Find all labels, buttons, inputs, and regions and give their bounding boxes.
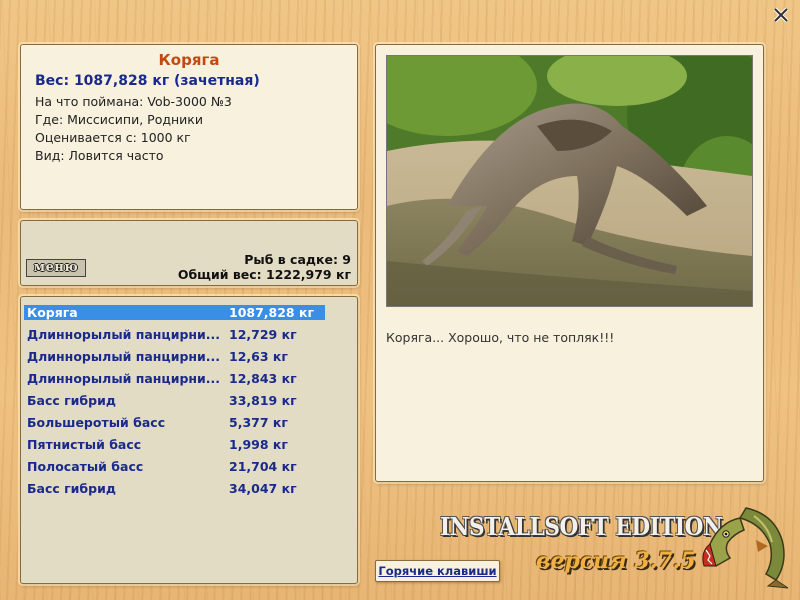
catch-weight: 33,819 кг [229,392,297,408]
catch-name: Длиннорылый панцирни... [27,348,221,364]
catch-weight: 21,704 кг [229,458,297,474]
catch-list-item[interactable]: Большеротый басс 5,377 кг [24,411,354,433]
trophy-photo-panel: Коряга... Хорошо, что не топляк!!! [375,44,764,482]
rating-info: Оценивается с: 1000 кг [35,130,191,145]
pike-logo [696,500,792,592]
pike-fish-icon [702,507,789,589]
catch-name: Длиннорылый панцирни... [27,370,221,386]
catch-list-item[interactable]: Пятнистый басс 1,998 кг [24,433,354,455]
close-button[interactable] [772,6,790,24]
catch-list-item[interactable]: Длиннорылый панцирни... 12,729 кг [24,323,354,345]
catch-list-item[interactable]: Басс гибрид 34,047 кг [24,477,354,499]
catch-list-item[interactable]: Коряга 1087,828 кг [24,301,354,323]
trophy-photo [386,55,753,307]
catch-list-item[interactable]: Басс гибрид 33,819 кг [24,389,354,411]
snag-photo-image [387,56,752,306]
fish-title: Коряга [158,51,220,69]
edition-label: INSTALLSOFT EDITION [440,512,723,541]
catch-name: Длиннорылый панцирни... [27,326,221,342]
catch-weight: 12,63 кг [229,348,288,364]
fish-details: На что поймана: Vob-3000 №3 Где: Миссиси… [35,93,343,165]
version-label: версия 3.7.5 [536,548,696,574]
location-info: Где: Миссисипи, Родники [35,112,203,127]
fish-weight: Вес: 1087,828 кг (зачетная) [35,73,260,89]
photo-caption: Коряга... Хорошо, что не топляк!!! [386,330,615,345]
catch-name: Басс гибрид [27,480,116,496]
keepnet-stats: Рыб в садке: 9 Общий вес: 1222,979 кг [178,252,351,282]
frequency-info: Вид: Ловится часто [35,148,164,163]
bait-info: На что поймана: Vob-3000 №3 [35,94,232,109]
close-icon [773,7,789,23]
catch-list-item[interactable]: Полосатый басс 21,704 кг [24,455,354,477]
fish-info-panel: Коряга Вес: 1087,828 кг (зачетная) На чт… [20,44,358,210]
catch-weight: 12,729 кг [229,326,297,342]
catch-name: Пятнистый басс [27,436,142,452]
keepnet-summary-panel: меню Рыб в садке: 9 Общий вес: 1222,979 … [20,220,358,286]
catch-name: Большеротый басс [27,414,166,430]
catch-weight: 34,047 кг [229,480,297,496]
catch-weight: 1087,828 кг [225,304,325,320]
hotkeys-button[interactable]: Горячие клавиши [375,560,500,582]
catch-weight: 5,377 кг [229,414,288,430]
catch-name: Коряга [24,304,225,320]
catch-list: Коряга 1087,828 кг Длиннорылый панцирни.… [20,296,358,584]
fish-count: Рыб в садке: 9 [244,252,351,267]
catch-list-item[interactable]: Длиннорылый панцирни... 12,63 кг [24,345,354,367]
catch-name: Басс гибрид [27,392,116,408]
catch-list-item[interactable]: Длиннорылый панцирни... 12,843 кг [24,367,354,389]
catch-weight: 12,843 кг [229,370,297,386]
catch-name: Полосатый басс [27,458,144,474]
total-weight: Общий вес: 1222,979 кг [177,267,351,282]
menu-button[interactable]: меню [26,259,86,277]
catch-weight: 1,998 кг [229,436,288,452]
